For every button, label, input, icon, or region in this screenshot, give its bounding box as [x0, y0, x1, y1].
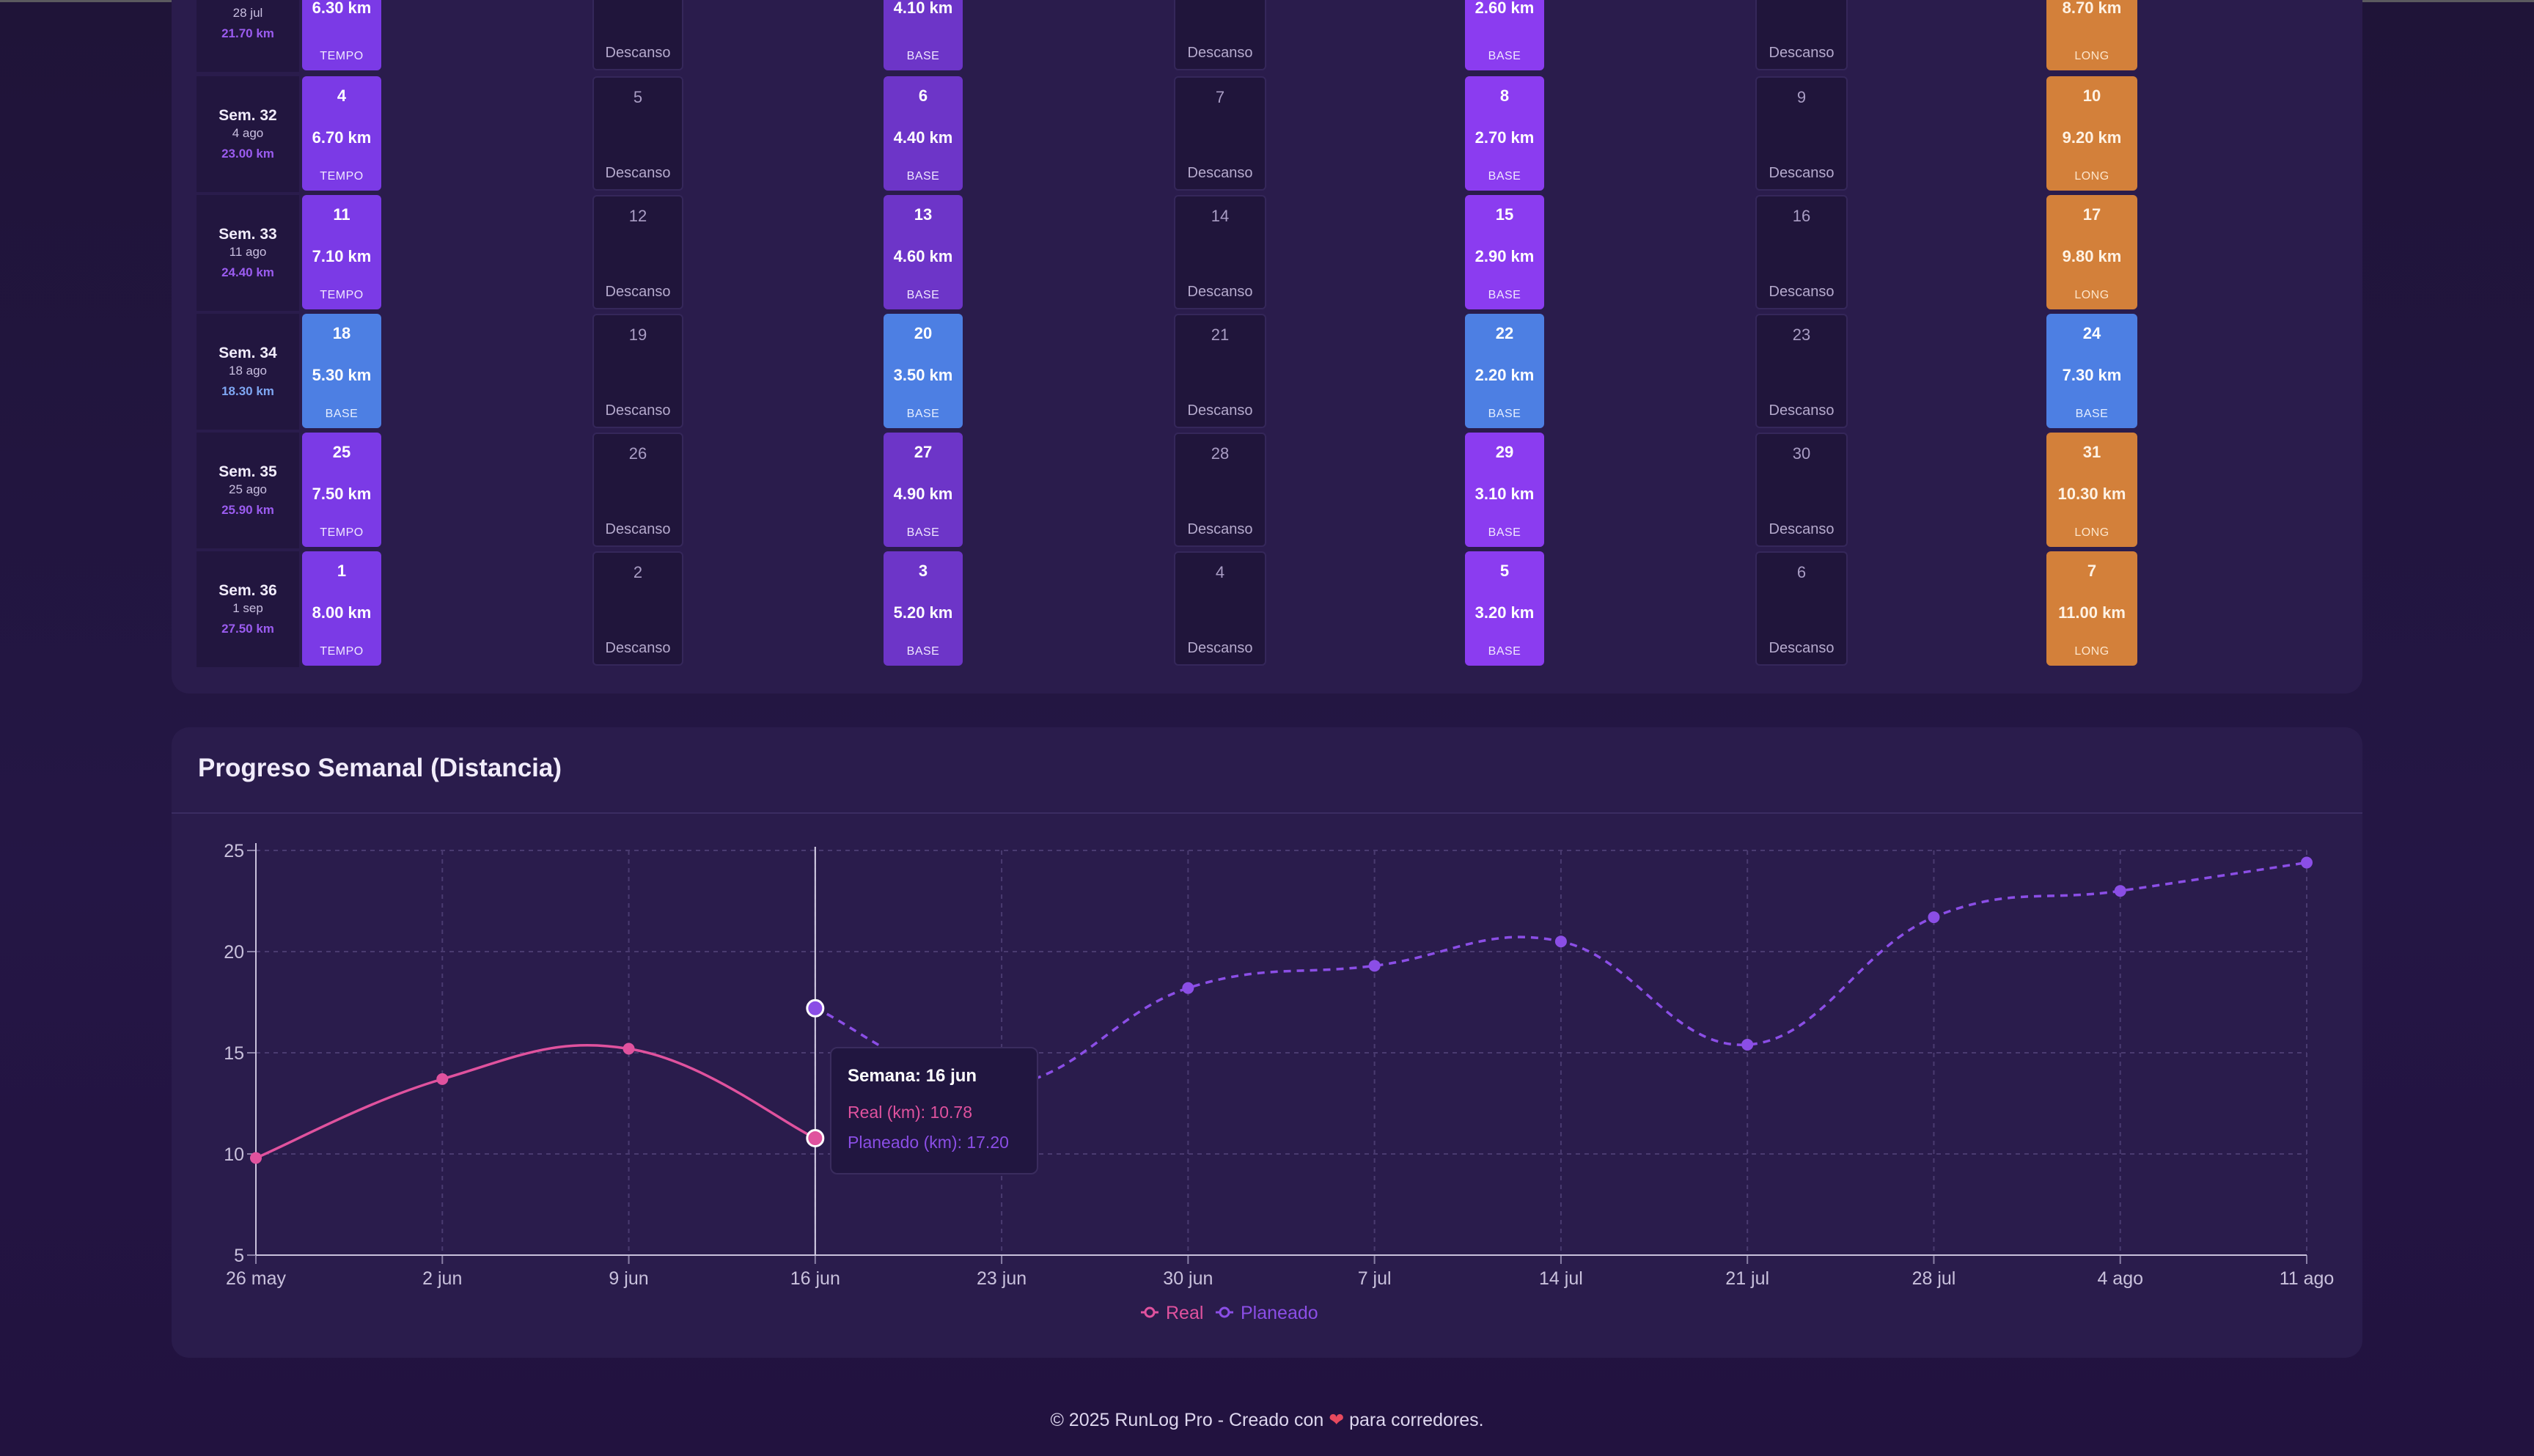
- tooltip-real-value: Real (km): 10.78: [848, 1103, 973, 1122]
- x-tick-label: 11 ago: [2280, 1268, 2335, 1289]
- y-tick-label: 20: [224, 942, 244, 963]
- y-tick-label: 5: [234, 1246, 244, 1266]
- x-tick-label: 30 jun: [1163, 1268, 1213, 1289]
- footer: © 2025 RunLog Pro - Creado con ❤ para co…: [0, 1409, 2534, 1431]
- series-line-real: [255, 1044, 816, 1160]
- data-point-planeado: [2114, 885, 2126, 897]
- data-point-planeado: [1368, 960, 1381, 972]
- x-tick-label: 7 jul: [1358, 1268, 1392, 1289]
- data-point-planeado: [1182, 982, 1194, 994]
- x-tick-label: 9 jun: [609, 1268, 648, 1289]
- legend-swatch-marker: [1219, 1306, 1230, 1318]
- x-tick-label: 21 jul: [1725, 1268, 1769, 1289]
- data-point-real: [623, 1043, 635, 1055]
- data-point-real: [250, 1152, 262, 1164]
- data-point-real: [436, 1073, 449, 1085]
- x-tick-label: 4 ago: [2097, 1268, 2143, 1289]
- data-point-real: [806, 1128, 825, 1147]
- y-tick-label: 25: [224, 841, 244, 861]
- data-point-planeado: [1741, 1038, 1754, 1051]
- x-tick-label: 26 may: [226, 1268, 286, 1289]
- legend-label: Planeado: [1241, 1303, 1318, 1323]
- data-point-planeado: [1554, 935, 1567, 948]
- footer-text: © 2025 RunLog Pro - Creado con: [1050, 1410, 1324, 1430]
- footer-text-end: para corredores.: [1349, 1410, 1484, 1430]
- tooltip-planned-value: Planeado (km): 17.20: [848, 1133, 1009, 1152]
- data-point-planeado: [806, 999, 825, 1018]
- legend-label: Real: [1166, 1303, 1203, 1323]
- x-tick-label: 23 jun: [977, 1268, 1027, 1289]
- x-tick-label: 16 jun: [790, 1268, 840, 1289]
- data-point-planeado: [2301, 856, 2313, 869]
- x-tick-label: 14 jul: [1539, 1268, 1583, 1289]
- x-tick-label: 28 jul: [1912, 1268, 1956, 1289]
- x-tick-label: 2 jun: [422, 1268, 462, 1289]
- y-tick-label: 10: [224, 1144, 244, 1165]
- data-point-planeado: [1928, 911, 1940, 924]
- chart-tooltip: Semana: 16 jun Real (km): 10.78 Planeado…: [830, 1047, 1038, 1174]
- tooltip-title: Semana: 16 jun: [848, 1066, 977, 1086]
- weekly-progress-chart: 5 10 15 20 25 26 may 2 jun 9 jun 16 jun 23 jun 30 …: [224, 841, 2335, 1323]
- heart-icon: ❤: [1329, 1410, 1345, 1430]
- legend-swatch-marker: [1144, 1306, 1156, 1318]
- y-tick-label: 15: [224, 1043, 244, 1064]
